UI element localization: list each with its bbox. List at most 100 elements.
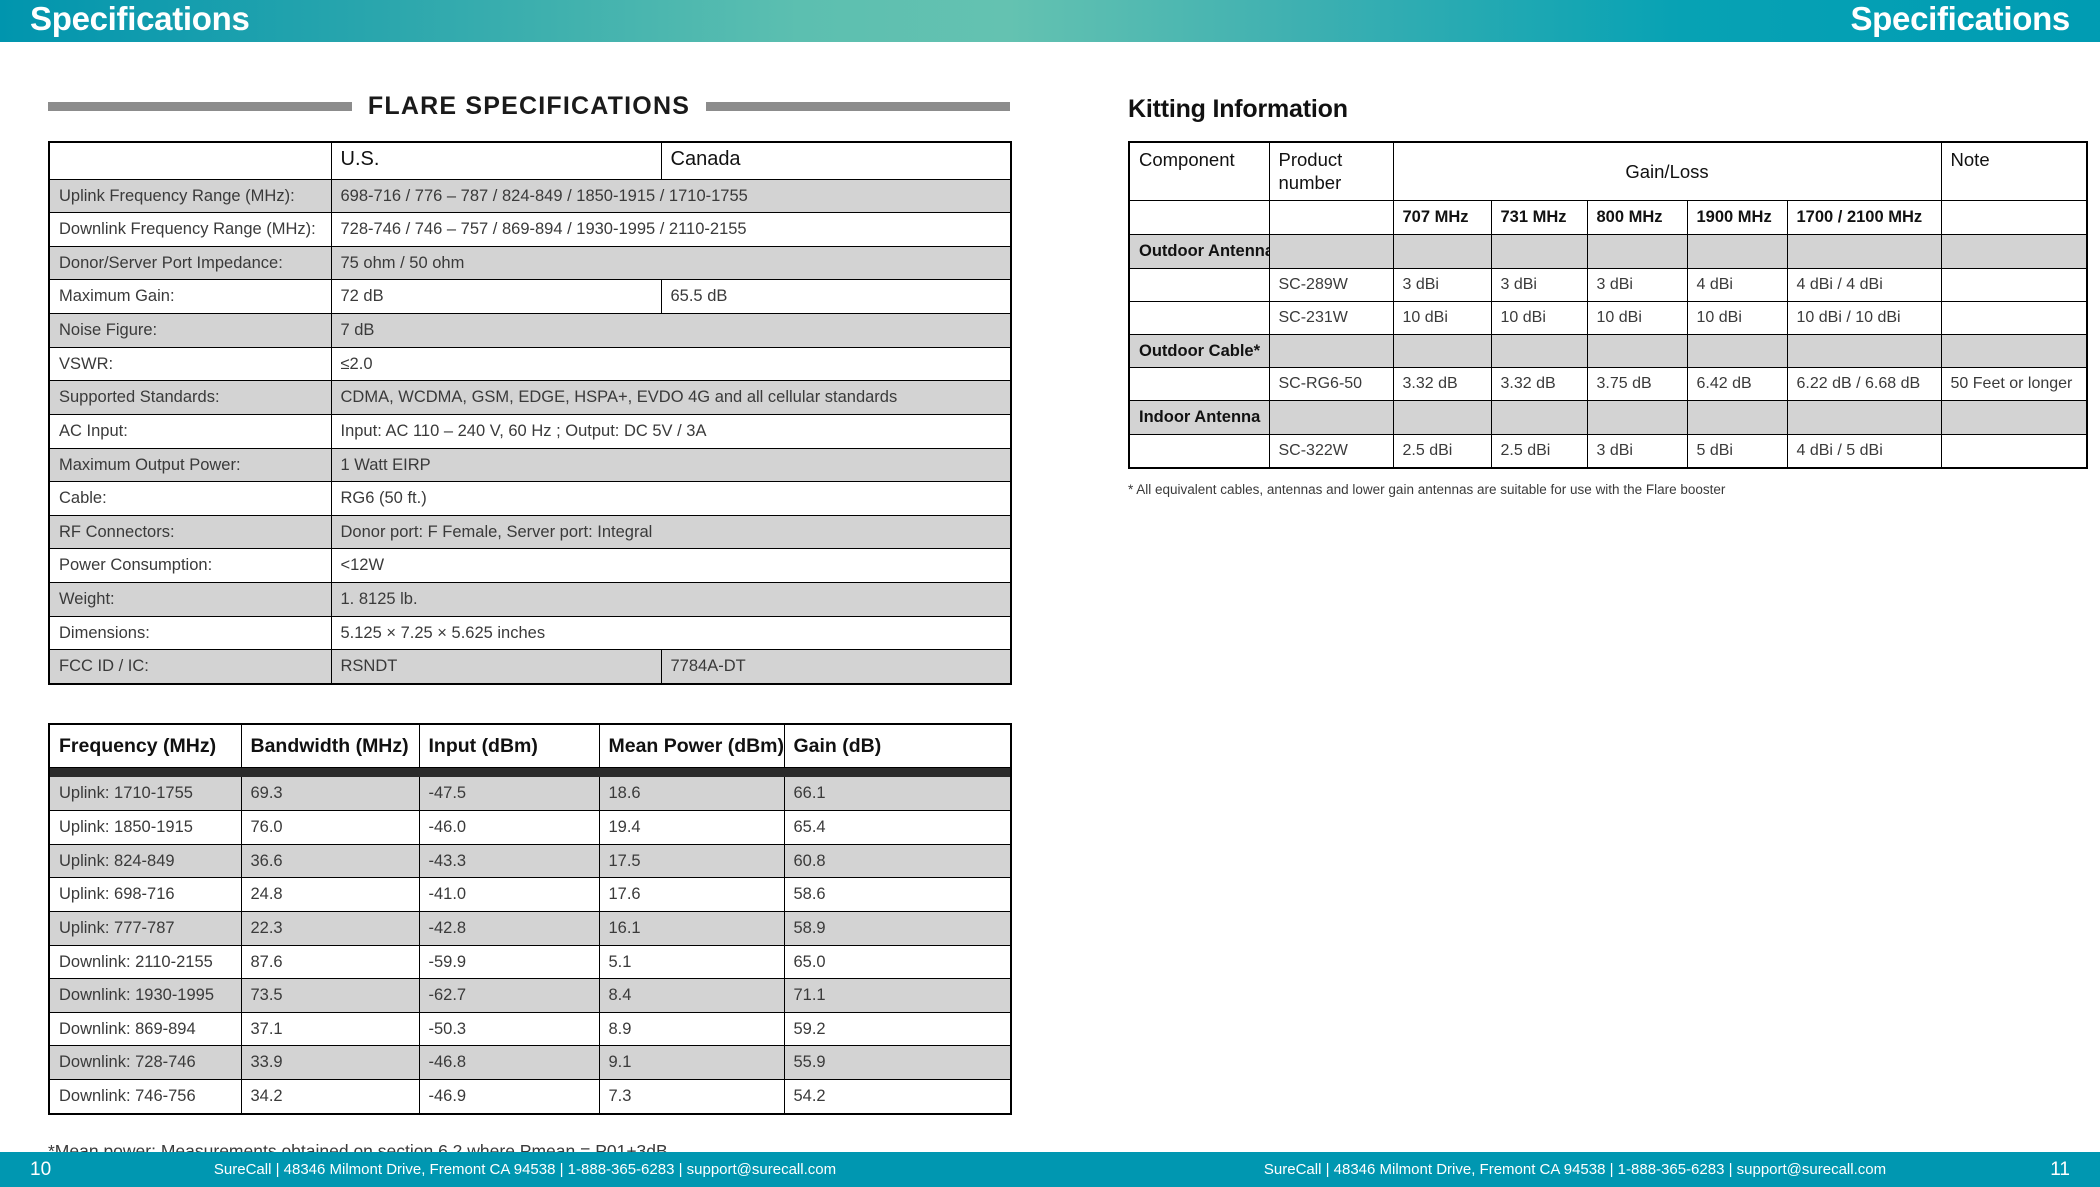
specs-row-canada-value: 7784A-DT — [660, 649, 1012, 685]
perf-row-value: -62.7 — [418, 978, 600, 1013]
kitting-note-cell — [1940, 267, 2088, 302]
specs-row: Maximum Output Power: 1 Watt EIRP — [48, 447, 1012, 483]
perf-row-value: -41.0 — [418, 877, 600, 912]
specs-row: Downlink Frequency Range (MHz): 728-746 /… — [48, 212, 1012, 247]
perf-row-value: 58.6 — [783, 877, 1012, 912]
kitting-gain-value-3: 5 dBi — [1686, 433, 1788, 469]
kitting-product-number: SC-RG6-50 — [1268, 367, 1394, 402]
specs-row-label: Weight: — [48, 582, 332, 617]
perf-header-divider — [48, 767, 1012, 778]
kitting-component-cell — [1128, 433, 1270, 469]
specs-row-us-value: 7 dB — [330, 313, 1012, 348]
perf-divider-bar — [48, 767, 1012, 778]
perf-row-value: 58.9 — [783, 910, 1012, 946]
footer-contact-left: SureCall | 48346 Milmont Drive, Fremont … — [213, 1161, 837, 1178]
perf-row: Downlink: 2110-2155 87.6 -59.9 5.1 65.0 — [48, 944, 1012, 980]
perf-row-value: 66.1 — [783, 776, 1012, 811]
perf-row-value: 7.3 — [598, 1078, 785, 1115]
specs-row-label: Downlink Frequency Range (MHz): — [48, 212, 332, 247]
specs-row-us-value: <12W — [330, 548, 1012, 583]
kitting-group-blank — [1392, 400, 1492, 435]
perf-header-cell-0: Frequency (MHz) — [48, 723, 242, 769]
specs-row-us-value: 1 Watt EIRP — [330, 447, 1012, 483]
specs-row-us-value: 75 ohm / 50 ohm — [330, 245, 1012, 281]
perf-row: Uplink: 777-787 22.3 -42.8 16.1 58.9 — [48, 910, 1012, 946]
perf-row-value: 69.3 — [240, 776, 420, 811]
perf-row-value: 17.5 — [598, 843, 785, 879]
kitting-frequency-header-4: 1700 / 2100 MHz — [1786, 200, 1942, 235]
kitting-header-component: Component — [1128, 141, 1270, 202]
perf-row: Downlink: 1930-1995 73.5 -62.7 8.4 71.1 — [48, 978, 1012, 1013]
kitting-gain-value-4: 10 dBi / 10 dBi — [1786, 300, 1942, 335]
perf-row-value: 55.9 — [783, 1045, 1012, 1080]
kitting-header-note: Note — [1940, 141, 2088, 202]
kitting-group-label: Outdoor Antenna* — [1128, 233, 1270, 269]
perf-row-value: 16.1 — [598, 910, 785, 946]
specs-row-label: Supported Standards: — [48, 380, 332, 415]
kitting-data-row: SC-322W 2.5 dBi 2.5 dBi 3 dBi 5 dBi 4 dBi / 5… — [1128, 433, 2088, 469]
kitting-header-gain-loss: Gain/Loss — [1392, 141, 1942, 202]
perf-row-value: 65.4 — [783, 810, 1012, 845]
kitting-group-blank — [1686, 233, 1788, 269]
specs-row-label: Donor/Server Port Impedance: — [48, 245, 332, 281]
perf-row-frequency: Downlink: 746-756 — [48, 1078, 242, 1115]
specs-row-us-value: Input: AC 110 – 240 V, 60 Hz ; Output: D… — [330, 413, 1012, 449]
kitting-gain-value-1: 2.5 dBi — [1490, 433, 1588, 469]
kitting-gain-value-0: 2.5 dBi — [1392, 433, 1492, 469]
performance-table: Frequency (MHz) Bandwidth (MHz) Input (dBm… — [48, 722, 1012, 1115]
perf-header-cell-3: Mean Power (dBm) — [598, 723, 785, 769]
perf-row-frequency: Downlink: 1930-1995 — [48, 978, 242, 1013]
specs-row: Uplink Frequency Range (MHz): 698-716 / 7… — [48, 178, 1012, 214]
specs-row: Weight: 1. 8125 lb. — [48, 582, 1012, 617]
specs-row: VSWR: ≤2.0 — [48, 346, 1012, 382]
specs-row: Cable: RG6 (50 ft.) — [48, 481, 1012, 516]
perf-row-value: 54.2 — [783, 1078, 1012, 1115]
specs-header-row: U.S. Canada — [48, 141, 1012, 180]
perf-row-value: 60.8 — [783, 843, 1012, 879]
kitting-component-cell — [1128, 367, 1270, 402]
specs-row-label: Maximum Output Power: — [48, 447, 332, 483]
specs-row-label: Maximum Gain: — [48, 279, 332, 314]
perf-row-value: 34.2 — [240, 1078, 420, 1115]
perf-row-value: 17.6 — [598, 877, 785, 912]
perf-row-value: -46.0 — [418, 810, 600, 845]
page-number-right: 11 — [2050, 1159, 2070, 1180]
kitting-group-blank — [1686, 333, 1788, 369]
kitting-footnote: * All equivalent cables, antennas and lo… — [1128, 481, 1726, 497]
specs-header-cell-1: U.S. — [330, 141, 662, 180]
perf-row-frequency: Uplink: 698-716 — [48, 877, 242, 912]
kitting-group-label: Indoor Antenna — [1128, 400, 1270, 435]
specs-row-canada-value: 65.5 dB — [660, 279, 1012, 314]
kitting-note-cell — [1940, 433, 2088, 469]
banner-title-right: Specifications — [1850, 0, 2070, 37]
perf-row-value: 65.0 — [783, 944, 1012, 980]
perf-row-frequency: Uplink: 1850-1915 — [48, 810, 242, 845]
kitting-information-title: Kitting Information — [1128, 95, 1348, 123]
perf-row-frequency: Uplink: 1710-1755 — [48, 776, 242, 811]
perf-row-value: 22.3 — [240, 910, 420, 946]
perf-row-value: -46.9 — [418, 1078, 600, 1115]
footer-contact-right: SureCall | 48346 Milmont Drive, Fremont … — [1263, 1161, 1887, 1178]
kitting-gain-value-1: 3 dBi — [1490, 267, 1588, 302]
specs-row: RF Connectors: Donor port: F Female, Serv… — [48, 514, 1012, 550]
kitting-frequency-header-1: 731 MHz — [1490, 200, 1588, 235]
kitting-group-row: Indoor Antenna — [1128, 400, 2088, 435]
kitting-group-blank — [1392, 233, 1492, 269]
kitting-gain-value-2: 3 dBi — [1586, 433, 1688, 469]
kitting-group-blank — [1786, 400, 1942, 435]
perf-row-value: 9.1 — [598, 1045, 785, 1080]
kitting-gain-value-2: 3 dBi — [1586, 267, 1688, 302]
document-page: Specifications Specifications FLARE SPEC… — [0, 0, 2100, 1187]
kitting-information-table: Component Product number Gain/Loss Note 707 … — [1128, 141, 2089, 469]
page-banner: Specifications Specifications — [0, 0, 2100, 42]
specs-row-label: Noise Figure: — [48, 313, 332, 348]
specs-row-us-value: 5.125 × 7.25 × 5.625 inches — [330, 615, 1012, 651]
perf-row: Uplink: 1710-1755 69.3 -47.5 18.6 66.1 — [48, 776, 1012, 811]
kitting-group-row: Outdoor Cable* — [1128, 333, 2088, 369]
specs-header-cell-2: Canada — [660, 141, 1012, 180]
kitting-gain-value-4: 4 dBi / 4 dBi — [1786, 267, 1942, 302]
kitting-gain-value-1: 3.32 dB — [1490, 367, 1588, 402]
perf-row-value: 8.4 — [598, 978, 785, 1013]
kitting-product-number: SC-289W — [1268, 267, 1394, 302]
specs-row-us-value: RG6 (50 ft.) — [330, 481, 1012, 516]
